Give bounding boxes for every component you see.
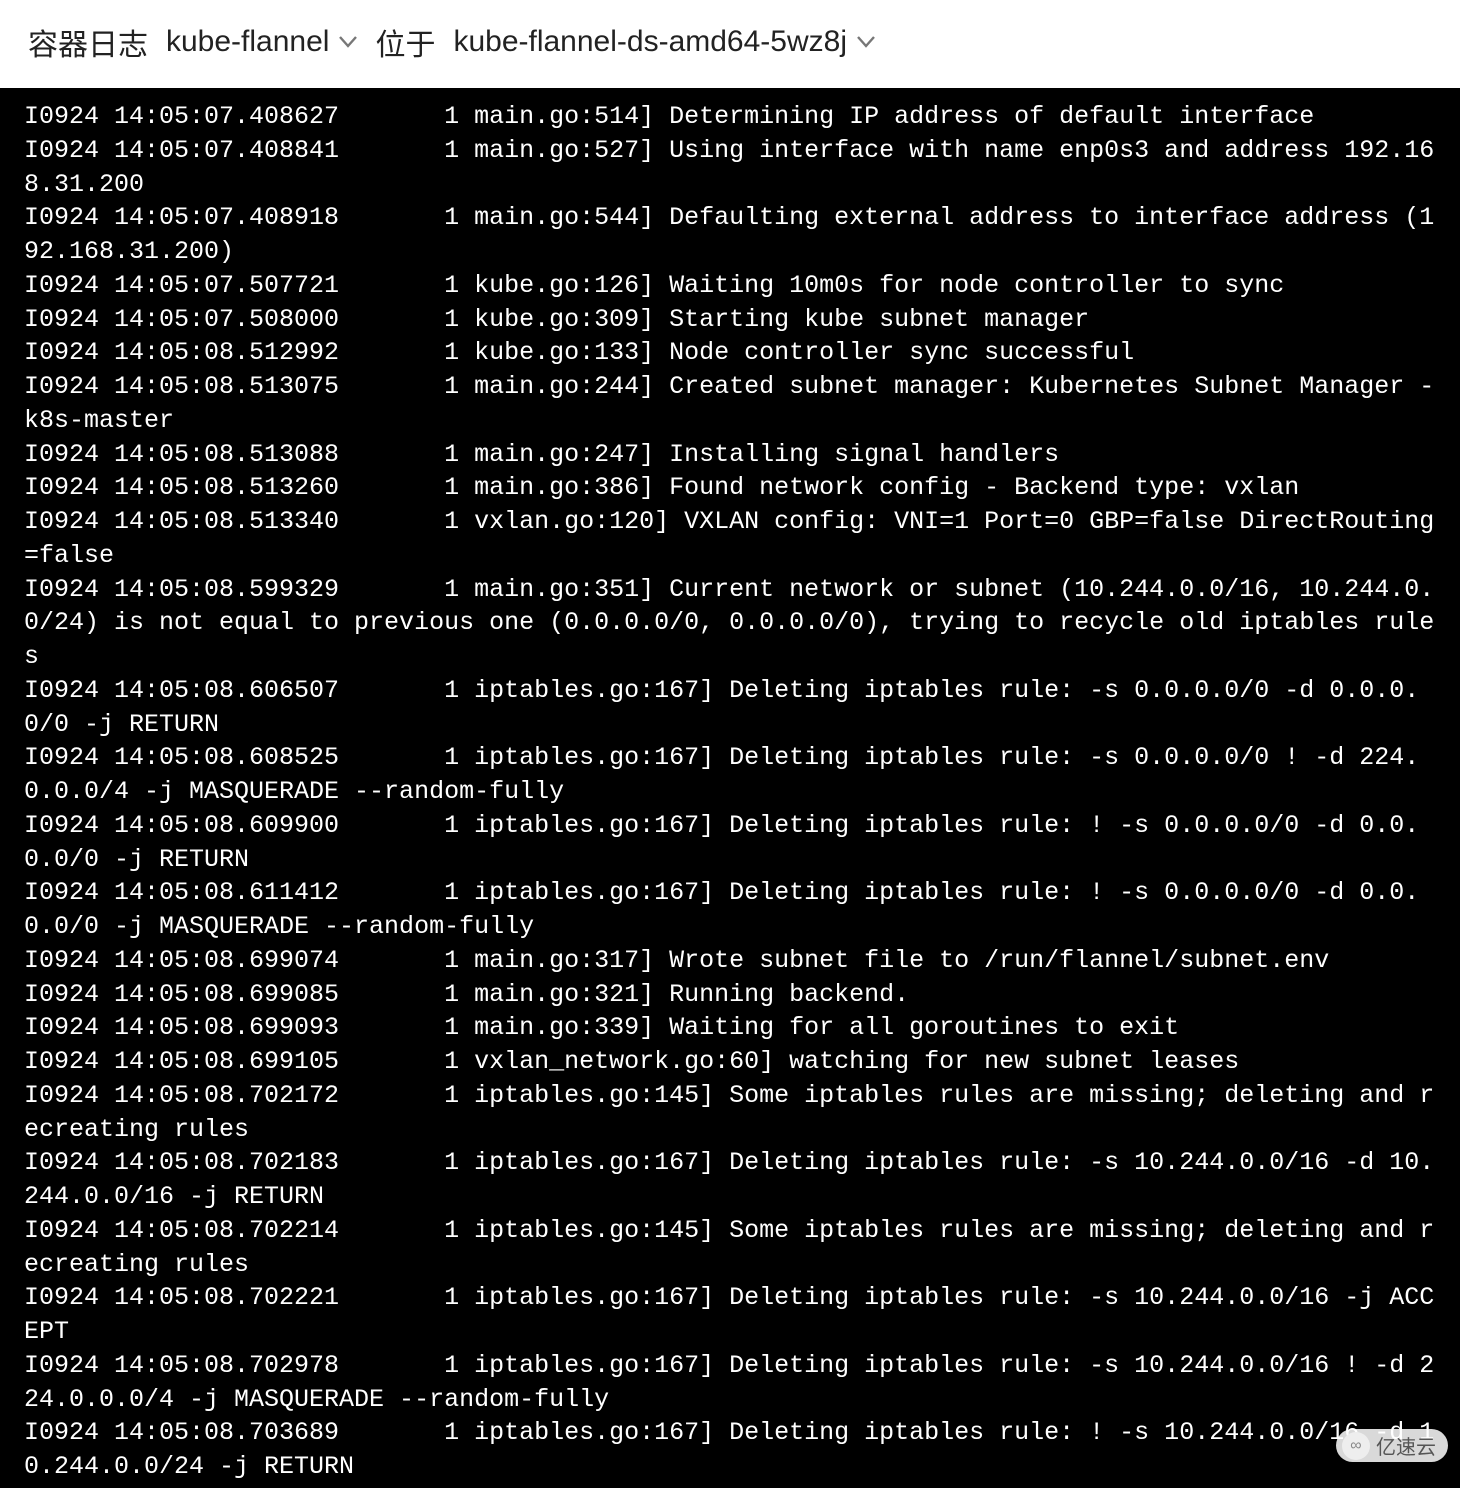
chevron-down-icon — [339, 36, 357, 48]
log-output[interactable]: I0924 14:05:07.408627 1 main.go:514] Det… — [0, 88, 1460, 1488]
container-name: kube-flannel — [166, 25, 329, 59]
pod-dropdown[interactable]: kube-flannel-ds-amd64-5wz8j — [453, 25, 875, 59]
container-dropdown[interactable]: kube-flannel — [166, 25, 357, 59]
watermark: ∞ 亿速云 — [1336, 1429, 1448, 1462]
watermark-icon: ∞ — [1342, 1432, 1370, 1460]
pod-name: kube-flannel-ds-amd64-5wz8j — [453, 25, 847, 59]
chevron-down-icon — [857, 36, 875, 48]
location-label: 位于 — [375, 20, 435, 64]
watermark-text: 亿速云 — [1376, 1431, 1436, 1460]
log-header: 容器日志 kube-flannel 位于 kube-flannel-ds-amd… — [0, 0, 1460, 88]
container-logs-label: 容器日志 — [28, 20, 148, 64]
